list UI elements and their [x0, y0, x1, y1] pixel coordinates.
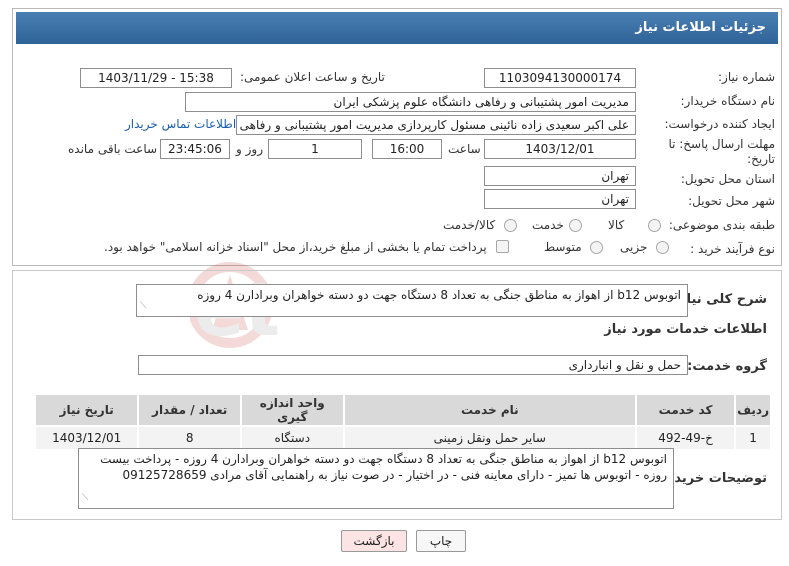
- col-header-row-number: ردیف: [734, 393, 772, 427]
- days-field: 1: [268, 139, 362, 159]
- city-field: تهران: [484, 189, 636, 209]
- need-number-label: شماره نیاز:: [718, 70, 775, 84]
- buyer-notes-text: اتوبوس b12 از اهواز به مناطق جنگی به تعد…: [100, 452, 667, 482]
- treasury-checkbox[interactable]: [496, 240, 509, 253]
- category-radio-goods[interactable]: [648, 219, 661, 232]
- creator-field: علی اکبر سعیدی زاده نائینی مسئول کارپردا…: [236, 115, 636, 135]
- days-label: روز و: [236, 142, 263, 156]
- process-radio-medium[interactable]: [590, 241, 603, 254]
- summary-textarea[interactable]: اتوبوس b12 از اهواز به مناطق جنگی به تعد…: [136, 284, 688, 317]
- cell-service-code: خ-49-492: [635, 425, 737, 451]
- col-header-quantity: تعداد / مقدار: [137, 393, 242, 427]
- province-label: استان محل تحویل:: [680, 172, 775, 186]
- cell-quantity: 8: [137, 425, 242, 451]
- col-header-service-name: نام خدمت: [342, 393, 638, 427]
- deadline-label: مهلت ارسال پاسخ: تا: [668, 137, 775, 151]
- deadline-time-field: 16:00: [372, 139, 442, 159]
- category-option-service: خدمت: [532, 218, 564, 232]
- province-field: تهران: [484, 166, 636, 186]
- resize-grip-icon[interactable]: ⟋: [140, 298, 146, 314]
- buyer-label: نام دستگاه خریدار:: [680, 94, 776, 108]
- category-radio-service[interactable]: [569, 219, 582, 232]
- need-number-field: 1103094130000174: [484, 68, 636, 88]
- cell-need-date: 1403/12/01: [33, 425, 140, 451]
- city-label: شهر محل تحویل:: [688, 194, 775, 208]
- deadline-date-field: 1403/12/01: [484, 139, 636, 159]
- remaining-time-field: 23:45:06: [160, 139, 230, 159]
- buyer-field: مدیریت امور پشتیبانی و رفاهی دانشگاه علو…: [185, 92, 636, 112]
- services-section-title: اطلاعات خدمات مورد نیاز: [604, 322, 767, 337]
- process-label: نوع فرآیند خرید :: [690, 242, 775, 256]
- announce-label: تاریخ و ساعت اعلان عمومی:: [240, 70, 385, 84]
- cell-unit: دستگاه: [239, 425, 345, 451]
- process-radio-partial[interactable]: [656, 241, 669, 254]
- services-table: ردیف کد خدمت نام خدمت واحد اندازه گیری ت…: [33, 393, 772, 451]
- category-radio-goods-service[interactable]: [504, 219, 517, 232]
- process-option-partial: جزیی: [620, 240, 648, 254]
- buyer-contact-link[interactable]: اطلاعات تماس خریدار: [125, 117, 236, 131]
- col-header-unit: واحد اندازه گیری: [239, 393, 345, 427]
- back-button[interactable]: بازگشت: [341, 530, 407, 552]
- summary-text: اتوبوس b12 از اهواز به مناطق جنگی به تعد…: [197, 288, 681, 302]
- time-label: ساعت: [448, 142, 481, 156]
- cell-service-name: سایر حمل ونقل زمینی: [342, 425, 638, 451]
- col-header-service-code: کد خدمت: [635, 393, 737, 427]
- table-header-row: ردیف کد خدمت نام خدمت واحد اندازه گیری ت…: [33, 393, 772, 427]
- announce-field: 1403/11/29 - 15:38: [80, 68, 232, 88]
- panel-header: جزئیات اطلاعات نیاز: [16, 12, 778, 44]
- service-group-label: گروه خدمت:: [687, 359, 767, 374]
- category-option-goods: کالا: [608, 218, 625, 232]
- process-option-medium: متوسط: [544, 240, 582, 254]
- service-group-field: حمل و نقل و انبارداری: [138, 355, 688, 375]
- resize-grip-icon[interactable]: ⟋: [82, 490, 88, 506]
- table-row: 1 خ-49-492 سایر حمل ونقل زمینی دستگاه 8 …: [33, 425, 772, 451]
- cell-row-number: 1: [734, 425, 772, 451]
- category-option-goods-service: کالا/خدمت: [443, 218, 496, 232]
- remaining-label: ساعت باقی مانده: [68, 142, 158, 156]
- col-header-need-date: تاریخ نیاز: [33, 393, 140, 427]
- creator-label: ایجاد کننده درخواست:: [664, 117, 775, 131]
- buyer-notes-textarea[interactable]: اتوبوس b12 از اهواز به مناطق جنگی به تعد…: [78, 448, 674, 509]
- print-button[interactable]: چاپ: [416, 530, 466, 552]
- details-panel: [12, 8, 782, 266]
- deadline-label-date: تاریخ:: [747, 152, 775, 166]
- treasury-note: پرداخت تمام یا بخشی از مبلغ خرید،از محل …: [104, 240, 487, 254]
- category-label: طبقه بندی موضوعی:: [668, 218, 775, 232]
